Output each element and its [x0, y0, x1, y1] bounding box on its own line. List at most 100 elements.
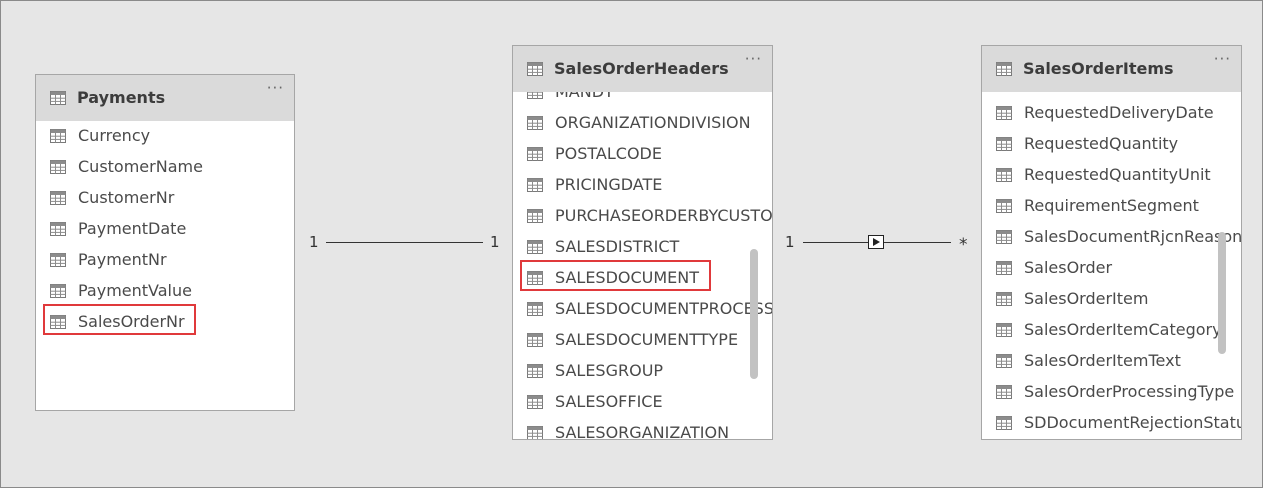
field-label: SALESORGANIZATION [555, 423, 730, 440]
field-item[interactable]: SalesOrderNr [36, 304, 294, 338]
column-icon [996, 106, 1012, 120]
sales-order-headers-table[interactable]: MANDTORGANIZATIONDIVISIONPOSTALCODEPRICI… [512, 45, 773, 440]
more-options-icon[interactable]: ··· [267, 81, 284, 96]
field-item[interactable]: SALESORGANIZATION [513, 418, 772, 440]
field-item[interactable]: SalesOrderItemText [982, 346, 1241, 377]
column-icon [50, 284, 66, 298]
field-label: SALESGROUP [555, 361, 664, 380]
relationship-cardinality-one: 1 [785, 233, 795, 251]
column-icon [50, 160, 66, 174]
relationship-line[interactable] [326, 242, 483, 243]
field-label: SALESDOCUMENTTYPE [555, 330, 739, 349]
field-item[interactable]: SDDocumentRejectionStatus [982, 408, 1241, 439]
column-icon [50, 191, 66, 205]
field-label: POSTALCODE [555, 144, 662, 163]
field-label: SALESOFFICE [555, 392, 663, 411]
field-item[interactable]: PaymentDate [36, 214, 294, 245]
field-item[interactable]: SALESDISTRICT [513, 232, 772, 263]
relationship-cardinality-many: * [959, 235, 968, 255]
sales-order-items-table[interactable]: SalesOrderItems ··· RequestedDeliveryDat… [981, 45, 1242, 440]
vertical-scrollbar[interactable] [1218, 232, 1226, 354]
field-item[interactable]: PRICINGDATE [513, 170, 772, 201]
field-label: RequestedQuantity [1024, 134, 1179, 153]
table-icon [50, 91, 66, 105]
column-icon [527, 209, 543, 223]
field-item[interactable]: SALESDOCUMENTPROCESSINGTYPE [513, 294, 772, 325]
payments-table[interactable]: Payments ··· Currency CustomerName Custome… [35, 74, 295, 411]
field-label: SALESDISTRICT [555, 237, 680, 256]
field-item[interactable]: SalesOrderItem [982, 284, 1241, 315]
column-icon [50, 222, 66, 236]
play-arrow-icon[interactable] [868, 235, 884, 249]
field-label: SalesDocumentRjcnReason [1024, 227, 1242, 246]
more-options-icon[interactable]: ··· [745, 52, 762, 67]
column-icon [996, 261, 1012, 275]
field-label: SalesOrderItemCategory [1024, 320, 1222, 339]
field-label: RequestedDeliveryDate [1024, 103, 1214, 122]
relationship-cardinality-one: 1 [490, 233, 500, 251]
field-label: SalesOrder [1024, 258, 1113, 277]
column-icon [996, 230, 1012, 244]
field-item[interactable]: PURCHASEORDERBYCUSTOMER [513, 201, 772, 232]
column-icon [996, 199, 1012, 213]
field-item[interactable]: PaymentValue [36, 276, 294, 307]
field-label: SalesOrderProcessingType [1024, 382, 1235, 401]
column-icon [50, 129, 66, 143]
field-label: SDDocumentRejectionStatus [1024, 413, 1242, 432]
field-item[interactable]: SALESOFFICE [513, 387, 772, 418]
field-label: CustomerNr [78, 188, 175, 207]
column-icon [527, 426, 543, 439]
highlight-box [43, 304, 196, 335]
field-item[interactable]: RequestedQuantityUnit [982, 160, 1241, 191]
column-icon [527, 395, 543, 409]
field-label: CustomerName [78, 157, 203, 176]
column-icon [527, 116, 543, 130]
field-item[interactable]: SalesDocumentRjcnReason [982, 222, 1241, 253]
field-label: RequirementSegment [1024, 196, 1199, 215]
payments-table-header[interactable]: Payments ··· [36, 75, 294, 121]
model-canvas[interactable]: Payments ··· Currency CustomerName Custome… [0, 0, 1263, 488]
payments-table-title: Payments [77, 88, 166, 107]
column-icon [527, 333, 543, 347]
field-item[interactable]: CustomerName [36, 152, 294, 183]
column-icon [996, 323, 1012, 337]
field-item[interactable]: Currency [36, 121, 294, 152]
highlight-box [520, 260, 711, 291]
field-item[interactable]: CustomerNr [36, 183, 294, 214]
field-label: PRICINGDATE [555, 175, 663, 194]
column-icon [527, 240, 543, 254]
field-label: SalesOrderItemText [1024, 351, 1181, 370]
field-item[interactable]: SALESDOCUMENTTYPE [513, 325, 772, 356]
column-icon [996, 416, 1012, 430]
sales-order-items-table-header[interactable]: SalesOrderItems ··· [982, 46, 1241, 92]
column-icon [527, 364, 543, 378]
table-icon [527, 62, 543, 76]
field-item[interactable]: RequirementSegment [982, 191, 1241, 222]
field-item[interactable]: PaymentNr [36, 245, 294, 276]
sales-order-headers-table-header[interactable]: SalesOrderHeaders ··· [513, 46, 772, 92]
field-item[interactable]: SalesOrder [982, 253, 1241, 284]
field-item[interactable]: SalesOrderProcessingType [982, 377, 1241, 408]
column-icon [527, 147, 543, 161]
field-label: SALESDOCUMENTPROCESSINGTYPE [555, 299, 773, 318]
field-item[interactable]: ORGANIZATIONDIVISION [513, 108, 772, 139]
more-options-icon[interactable]: ··· [1214, 52, 1231, 67]
column-icon [996, 292, 1012, 306]
field-label: Currency [78, 126, 151, 145]
relationship-cardinality-one: 1 [309, 233, 319, 251]
vertical-scrollbar[interactable] [750, 249, 758, 379]
field-label: PaymentDate [78, 219, 187, 238]
column-icon [50, 253, 66, 267]
field-item[interactable]: RequestedDeliveryDate [982, 98, 1241, 129]
field-item[interactable]: SalesOrderItemCategory [982, 315, 1241, 346]
column-icon [527, 178, 543, 192]
sales-order-items-table-title: SalesOrderItems [1023, 59, 1174, 78]
field-label: ORGANIZATIONDIVISION [555, 113, 751, 132]
field-item[interactable]: SALESGROUP [513, 356, 772, 387]
field-item[interactable]: RequestedQuantity [982, 129, 1241, 160]
sales-order-headers-table-title: SalesOrderHeaders [554, 59, 729, 78]
column-icon [996, 354, 1012, 368]
field-item[interactable]: SALESDOCUMENT [513, 260, 772, 294]
field-label: RequestedQuantityUnit [1024, 165, 1211, 184]
field-item[interactable]: POSTALCODE [513, 139, 772, 170]
